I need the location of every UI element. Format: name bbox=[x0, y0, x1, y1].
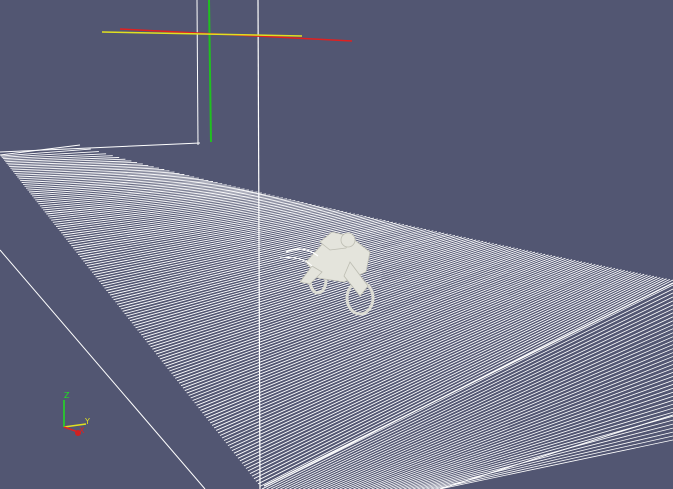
render-view[interactable]: Z Y X bbox=[0, 0, 673, 489]
z-axis-label: Z bbox=[64, 391, 70, 400]
x-axis-label: X bbox=[79, 426, 85, 435]
y-axis-label: Y bbox=[84, 417, 90, 426]
3d-scene[interactable]: Z Y X bbox=[0, 0, 673, 489]
